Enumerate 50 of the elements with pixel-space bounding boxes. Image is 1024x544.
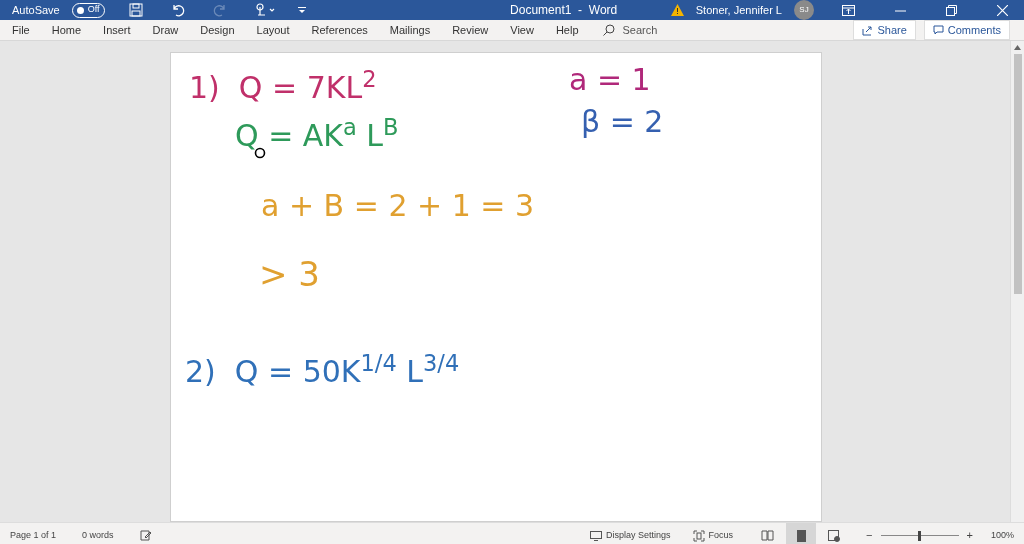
ribbon-tab[interactable]: File (12, 21, 30, 39)
ink-expression: a + B = 2 + 1 = 3 (261, 191, 535, 221)
user-name: Stoner, Jennifer L (695, 2, 782, 18)
save-icon[interactable] (128, 3, 143, 17)
ribbon-tab[interactable]: Insert (103, 21, 131, 39)
zoom-level[interactable]: 100% (990, 528, 1014, 543)
comments-button[interactable]: Comments (923, 20, 1010, 40)
ribbon-tab[interactable]: References (311, 21, 368, 39)
page-count[interactable]: Page 1 of 1 (10, 528, 57, 543)
proofing-icon[interactable] (139, 530, 152, 541)
warning-icon (670, 4, 684, 16)
monitor-icon (590, 530, 603, 541)
close-icon[interactable] (997, 4, 1008, 16)
zoom-slider-thumb[interactable] (918, 530, 922, 541)
search-icon (602, 24, 615, 36)
restore-icon[interactable] (946, 4, 957, 16)
display-settings-button[interactable]: Display Settings (590, 528, 671, 543)
print-layout-icon (796, 529, 806, 542)
zoom-out-button[interactable]: − (866, 527, 873, 544)
ribbon-tab[interactable]: View (510, 21, 534, 39)
comment-icon (932, 24, 944, 36)
window-title: Document1 - Word (510, 2, 618, 19)
ink-expression: β = 2 (581, 107, 664, 137)
ribbon-tab[interactable]: Draw (152, 21, 179, 39)
undo-icon[interactable] (170, 3, 185, 17)
zoom-slider[interactable] (880, 529, 959, 542)
ink-expression: > 3 (259, 257, 320, 291)
autosave-label: AutoSave (12, 2, 60, 18)
ribbon-display-icon[interactable] (842, 4, 855, 16)
ribbon-tab[interactable]: Design (200, 21, 235, 39)
search-field[interactable]: Search (622, 21, 703, 39)
ribbon-tab[interactable]: Layout (256, 21, 290, 39)
read-mode-icon[interactable] (761, 530, 775, 541)
share-icon (862, 24, 874, 36)
share-button[interactable]: Share (853, 20, 916, 40)
zoom-in-button[interactable]: + (966, 527, 973, 544)
ribbon-tab[interactable]: Review (452, 21, 489, 39)
focus-button[interactable]: Focus (692, 528, 734, 543)
web-layout-icon[interactable] (828, 529, 841, 542)
word-count[interactable]: 0 words (82, 528, 114, 543)
vertical-scrollbar[interactable] (1010, 41, 1024, 522)
ribbon-tab[interactable]: Help (555, 21, 579, 39)
ribbon-tab[interactable]: Mailings (389, 21, 431, 39)
ribbon-tab[interactable]: Home (51, 21, 82, 39)
customize-icon[interactable] (296, 5, 307, 15)
focus-icon (692, 529, 705, 542)
print-layout-button[interactable] (786, 523, 817, 544)
touch-mode-icon[interactable] (254, 3, 277, 17)
scroll-up-arrow-icon[interactable] (1014, 45, 1021, 50)
ink-expression: a = 1 (569, 65, 651, 95)
